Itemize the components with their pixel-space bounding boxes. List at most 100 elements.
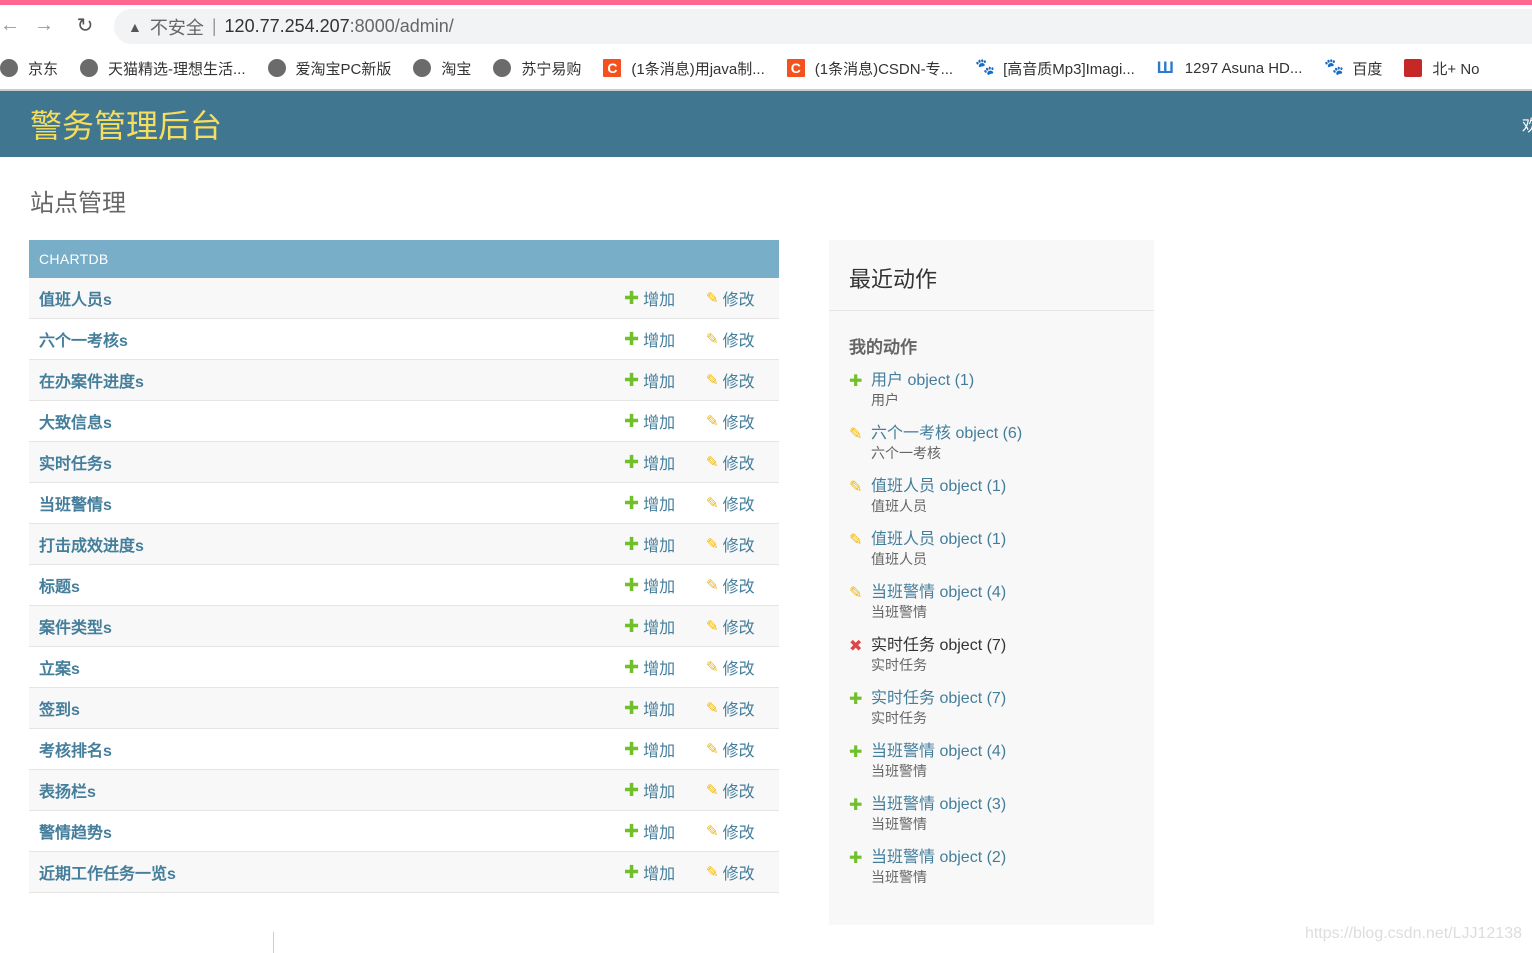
action-link[interactable]: 值班人员 object (1) [871, 477, 1154, 497]
model-link[interactable]: 近期工作任务一览s [39, 860, 176, 884]
model-link[interactable]: 标题s [39, 573, 80, 597]
recent-action-item: ✎ 值班人员 object (1) 值班人员 [829, 530, 1154, 583]
add-link[interactable]: ✚ 增加 [624, 819, 675, 843]
bookmark-label: 淘宝 [441, 60, 472, 78]
site-title[interactable]: 警务管理后台 [30, 101, 222, 147]
model-link[interactable]: 案件类型s [39, 614, 112, 638]
model-link[interactable]: 立案s [39, 655, 80, 679]
change-link[interactable]: ✎ 修改 [706, 450, 755, 474]
action-link[interactable]: 当班警情 object (2) [871, 848, 1154, 868]
pencil-icon: ✎ [706, 741, 719, 758]
add-link[interactable]: ✚ 增加 [624, 409, 675, 433]
bookmark[interactable]: 爱淘宝PC新版 [267, 58, 391, 79]
change-link[interactable]: ✎ 修改 [706, 696, 755, 720]
change-link[interactable]: ✎ 修改 [706, 778, 755, 802]
url-path: :8000/admin/ [349, 16, 454, 36]
model-link[interactable]: 实时任务s [39, 450, 112, 474]
plus-icon: ✚ [624, 451, 640, 472]
back-icon[interactable]: ← [0, 14, 20, 37]
action-link[interactable]: 用户 object (1) [871, 371, 1154, 391]
action-type: 实时任务 [871, 657, 927, 673]
bookmark[interactable]: Ш 1297 Asuna HD... [1157, 59, 1303, 77]
add-link[interactable]: ✚ 增加 [624, 327, 675, 351]
add-label: 增加 [643, 866, 676, 883]
change-link[interactable]: ✎ 修改 [706, 368, 755, 392]
bookmark[interactable]: 🐾 [高音质Mp3]Imagi... [975, 58, 1135, 79]
add-link[interactable]: ✚ 增加 [624, 655, 675, 679]
warning-icon: ▲ [128, 18, 142, 35]
add-link[interactable]: ✚ 增加 [624, 778, 675, 802]
change-link[interactable]: ✎ 修改 [706, 491, 755, 515]
model-link[interactable]: 警情趋势s [39, 819, 112, 843]
site-header: 警务管理后台 欢 [0, 91, 1532, 157]
bookmark[interactable]: 🐾 百度 [1324, 58, 1382, 79]
change-link[interactable]: ✎ 修改 [706, 409, 755, 433]
insecure-label: 不安全 [149, 17, 204, 38]
add-link[interactable]: ✚ 增加 [624, 368, 675, 392]
action-link[interactable]: 当班警情 object (4) [871, 583, 1154, 603]
forward-icon[interactable]: → [14, 14, 74, 37]
add-link[interactable]: ✚ 增加 [624, 860, 675, 884]
model-link[interactable]: 考核排名s [39, 737, 112, 761]
add-link[interactable]: ✚ 增加 [624, 286, 675, 310]
bookmark[interactable]: 苏宁易购 [493, 58, 581, 79]
add-label: 增加 [643, 661, 676, 678]
add-link[interactable]: ✚ 增加 [624, 737, 675, 761]
change-link[interactable]: ✎ 修改 [706, 737, 755, 761]
add-label: 增加 [643, 825, 676, 842]
model-link[interactable]: 值班人员s [39, 286, 112, 310]
model-link[interactable]: 打击成效进度s [39, 532, 144, 556]
delete-icon: ✖ [849, 638, 863, 655]
bookmark[interactable]: 京东 [0, 58, 58, 79]
bookmark[interactable]: 淘宝 [413, 58, 471, 79]
model-link[interactable]: 当班警情s [39, 491, 112, 515]
change-link[interactable]: ✎ 修改 [706, 655, 755, 679]
address-bar[interactable]: ▲ 不安全 | 120.77.254.207:8000/admin/ [114, 9, 1532, 44]
action-link[interactable]: 值班人员 object (1) [871, 530, 1154, 550]
change-link[interactable]: ✎ 修改 [706, 819, 755, 843]
bookmark[interactable]: C (1条消息)CSDN-专... [786, 58, 953, 79]
change-link[interactable]: ✎ 修改 [706, 614, 755, 638]
change-link[interactable]: ✎ 修改 [706, 532, 755, 556]
recent-actions-title: 最近动作 [829, 240, 1154, 311]
model-link[interactable]: 在办案件进度s [39, 368, 144, 392]
bookmark[interactable]: 天猫精选-理想生活... [80, 58, 246, 79]
change-label: 修改 [722, 743, 755, 760]
pencil-icon: ✎ [706, 331, 719, 348]
add-link[interactable]: ✚ 增加 [624, 573, 675, 597]
plus-icon: ✚ [624, 615, 640, 636]
bookmark[interactable]: 北+ No [1404, 58, 1480, 79]
model-link[interactable]: 表扬栏s [39, 778, 96, 802]
change-link[interactable]: ✎ 修改 [706, 286, 755, 310]
model-link[interactable]: 签到s [39, 696, 80, 720]
change-label: 修改 [722, 292, 755, 309]
action-link[interactable]: 当班警情 object (3) [871, 795, 1154, 815]
model-row: 大致信息s ✚ 增加 ✎ 修改 [29, 401, 779, 442]
action-link[interactable]: 实时任务 object (7) [871, 689, 1154, 709]
action-link[interactable]: 当班警情 object (4) [871, 742, 1154, 762]
change-link[interactable]: ✎ 修改 [706, 860, 755, 884]
model-row: 案件类型s ✚ 增加 ✎ 修改 [29, 606, 779, 647]
change-link[interactable]: ✎ 修改 [706, 573, 755, 597]
change-label: 修改 [722, 661, 755, 678]
add-link[interactable]: ✚ 增加 [624, 614, 675, 638]
model-row: 在办案件进度s ✚ 增加 ✎ 修改 [29, 360, 779, 401]
change-link[interactable]: ✎ 修改 [706, 327, 755, 351]
my-actions-title: 我的动作 [849, 338, 917, 357]
add-link[interactable]: ✚ 增加 [624, 696, 675, 720]
add-link[interactable]: ✚ 增加 [624, 491, 675, 515]
bookmark[interactable]: C (1条消息)用java制... [603, 58, 765, 79]
add-label: 增加 [643, 456, 676, 473]
action-link[interactable]: 六个一考核 object (6) [871, 424, 1154, 444]
baidu-icon: 🐾 [975, 59, 996, 76]
reload-icon[interactable]: ↻ [74, 13, 96, 38]
add-label: 增加 [643, 292, 676, 309]
model-row: 值班人员s ✚ 增加 ✎ 修改 [29, 278, 779, 319]
model-link[interactable]: 六个一考核s [39, 327, 128, 351]
add-link[interactable]: ✚ 增加 [624, 450, 675, 474]
module-caption[interactable]: CHARTDB [29, 240, 779, 278]
change-label: 修改 [722, 374, 755, 391]
bookmark-label: 百度 [1352, 60, 1383, 78]
add-link[interactable]: ✚ 增加 [624, 532, 675, 556]
model-link[interactable]: 大致信息s [39, 409, 112, 433]
